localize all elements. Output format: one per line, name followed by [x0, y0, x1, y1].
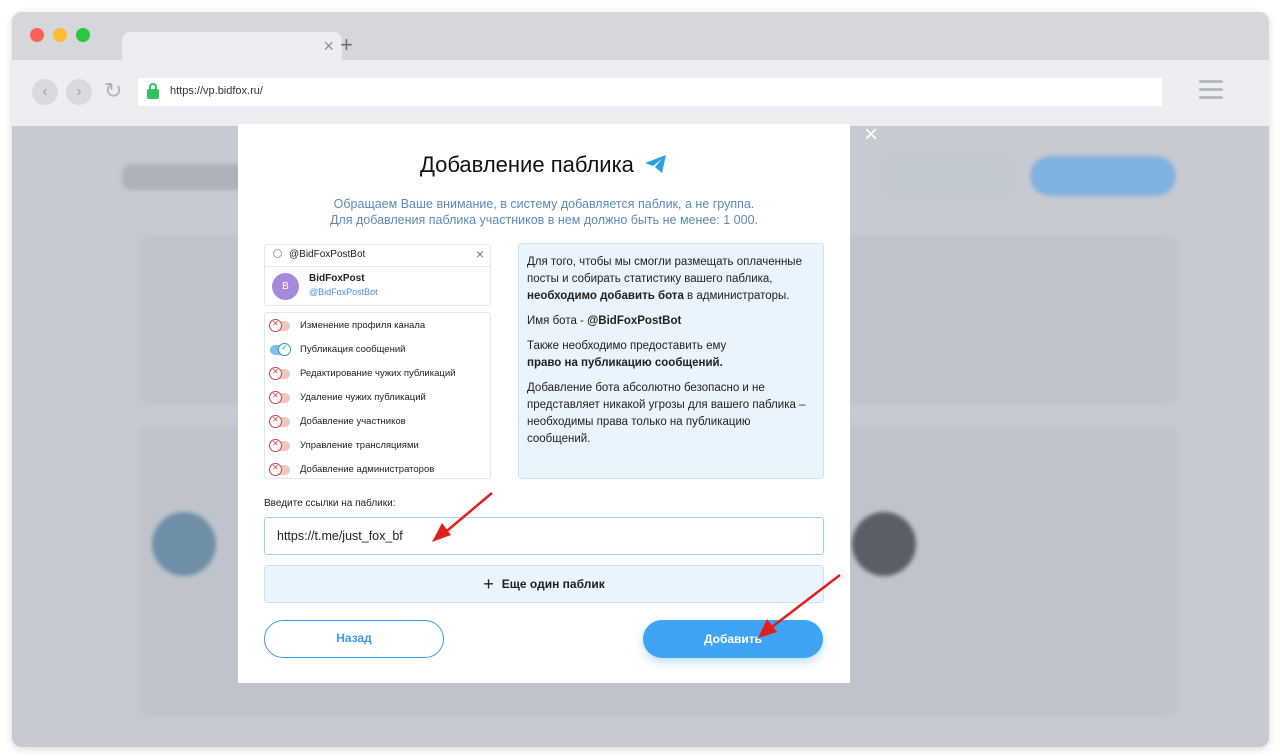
toggle-off-icon: ✕ — [269, 439, 290, 452]
permission-item: ✕ Изменение профиля канала — [269, 316, 485, 336]
toggle-off-icon: ✕ — [269, 391, 290, 404]
telegram-icon — [645, 155, 667, 173]
permission-item: ✕ Удаление чужих публикаций — [269, 388, 485, 408]
close-icon[interactable]: × — [860, 123, 882, 147]
public-link-input[interactable] — [264, 517, 824, 555]
blurred-button — [1030, 156, 1176, 196]
bot-name: BidFoxPost — [309, 273, 365, 284]
minimize-window-button[interactable] — [53, 28, 67, 42]
maximize-window-button[interactable] — [76, 28, 90, 42]
permission-label: Управление трансляциями — [300, 440, 419, 451]
close-window-button[interactable] — [30, 28, 44, 42]
permissions-preview: ✕ Изменение профиля канала ✓ Публикация … — [264, 312, 491, 479]
info-bold: право на публикацию сообщений. — [527, 357, 723, 369]
permission-label: Удаление чужих публикаций — [300, 392, 426, 403]
tab-close-icon[interactable]: × — [323, 36, 334, 57]
lock-icon — [147, 83, 159, 99]
notice-line: Обращаем Ваше внимание, в систему добавл… — [333, 197, 755, 211]
permission-label: Редактирование чужих публикаций — [300, 368, 456, 379]
notice-line: Для добавления паблика участников в нем … — [329, 213, 759, 227]
modal-title-row: Добавление паблика — [238, 152, 850, 178]
permission-label: Изменение профиля канала — [300, 320, 426, 331]
permission-label: Добавление администраторов — [300, 464, 435, 475]
permission-label: Добавление участников — [300, 416, 406, 427]
notice-text: Обращаем Ваше внимание, в систему добавл… — [238, 196, 850, 228]
info-box: Для того, чтобы мы смогли размещать опла… — [518, 243, 824, 479]
toggle-off-icon: ✕ — [269, 415, 290, 428]
info-paragraph: Также необходимо предоставить ему право … — [527, 338, 815, 372]
add-another-public-button[interactable]: + Еще один паблик — [264, 565, 824, 603]
menu-icon[interactable] — [1199, 80, 1223, 104]
blurred-avatar — [152, 512, 216, 576]
info-text: Добавление бота абсолютно безопасно и не… — [527, 382, 806, 445]
back-nav-button[interactable]: ‹ — [32, 79, 58, 105]
add-more-label: Еще один паблик — [501, 577, 605, 591]
toggle-off-icon: ✕ — [269, 367, 290, 380]
bot-search-preview: @BidFoxPostBot × B BidFoxPost @BidFoxPos… — [264, 244, 491, 306]
browser-tab[interactable]: × — [122, 32, 342, 62]
info-text: Имя бота - — [527, 315, 588, 327]
add-public-modal: Добавление паблика Обращаем Ваше внимани… — [238, 124, 850, 683]
add-button[interactable]: Добавить — [643, 620, 823, 658]
info-text: в администраторы. — [683, 290, 790, 302]
clear-icon: × — [475, 246, 484, 262]
info-bold: @BidFoxPostBot — [587, 315, 682, 327]
toggle-off-icon: ✕ — [269, 319, 290, 332]
toggle-off-icon: ✕ — [269, 463, 290, 476]
links-label: Введите ссылки на паблики: — [264, 498, 396, 509]
blurred-avatar — [852, 512, 916, 576]
info-text: Также необходимо предоставить ему — [527, 340, 727, 352]
permission-item: ✓ Публикация сообщений — [270, 340, 485, 360]
bot-handle: @BidFoxPostBot — [309, 287, 378, 297]
info-paragraph: Имя бота - @BidFoxPostBot — [527, 313, 815, 330]
blurred-button — [880, 156, 1016, 196]
search-value: @BidFoxPostBot — [289, 249, 366, 260]
back-button[interactable]: Назад — [264, 620, 444, 658]
address-bar[interactable]: https://vp.bidfox.ru/ — [138, 78, 1162, 106]
forward-nav-button[interactable]: › — [66, 79, 92, 105]
permission-label: Публикация сообщений — [300, 344, 406, 355]
new-tab-icon[interactable]: + — [340, 32, 353, 58]
info-paragraph: Для того, чтобы мы смогли размещать опла… — [527, 254, 815, 305]
plus-icon: + — [483, 574, 494, 594]
tab-bar: × + — [12, 12, 1269, 62]
info-paragraph: Добавление бота абсолютно безопасно и не… — [527, 380, 815, 448]
browser-toolbar: ‹ › ↻ https://vp.bidfox.ru/ — [12, 60, 1269, 126]
url-text: https://vp.bidfox.ru/ — [170, 85, 263, 97]
permission-item: ✕ Управление трансляциями — [269, 436, 485, 456]
search-row: @BidFoxPostBot × — [265, 245, 490, 267]
toggle-on-icon: ✓ — [270, 343, 291, 356]
permission-item: ✕ Добавление администраторов — [269, 460, 485, 480]
info-text: Для того, чтобы мы смогли размещать опла… — [527, 256, 802, 285]
search-icon — [273, 249, 282, 258]
info-bold: необходимо добавить бота — [527, 290, 684, 302]
reload-icon[interactable]: ↻ — [104, 78, 122, 104]
avatar: B — [272, 273, 299, 300]
permission-item: ✕ Добавление участников — [269, 412, 485, 432]
modal-title: Добавление паблика — [419, 152, 634, 177]
permission-item: ✕ Редактирование чужих публикаций — [269, 364, 485, 384]
